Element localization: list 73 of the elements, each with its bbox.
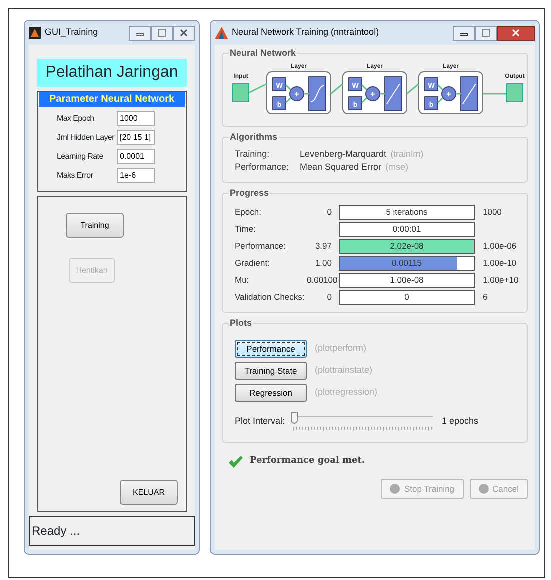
window-title: Neural Network Training (nntraintool)	[232, 26, 380, 40]
plot-function: (plotregression)	[315, 386, 378, 400]
plot-button[interactable]: Regression	[235, 384, 307, 402]
progress-label: Gradient:	[235, 257, 271, 270]
heading-title: Pelatihan Jaringan	[37, 59, 187, 87]
close-button[interactable]	[497, 26, 535, 40]
group-title: Neural Network	[229, 49, 298, 58]
start-value: 3.97	[314, 240, 333, 253]
algorithm-value: Levenberg-Marquardt	[300, 148, 387, 161]
close-button[interactable]	[173, 26, 195, 40]
end-value: 1.00e-06	[482, 240, 517, 253]
start-value: 0.00100	[307, 274, 339, 287]
linear-function-box	[384, 76, 402, 112]
field-label: Learning Rate	[57, 150, 104, 162]
parameter-field[interactable]: 1e-6	[117, 168, 155, 183]
linear-function-box	[460, 76, 478, 112]
exit-button[interactable]: KELUAR	[120, 480, 178, 505]
close-icon	[180, 29, 188, 37]
training-button[interactable]: Training	[66, 213, 124, 238]
end-value: 1000	[482, 206, 502, 219]
sum-node: +	[442, 86, 456, 102]
start-value: 0	[326, 291, 333, 304]
progress-value: 2.02e-08	[389, 240, 425, 253]
end-value: 1.00e+10	[482, 274, 519, 287]
parameter-field[interactable]: [20 15 1]	[117, 130, 155, 145]
progress-label: Epoch:	[235, 206, 262, 219]
checkmark-icon	[228, 455, 244, 469]
sum-node: +	[290, 86, 304, 102]
algorithm-code: (mse)	[386, 161, 409, 174]
minimize-button[interactable]	[129, 26, 151, 40]
output-node	[506, 84, 524, 102]
app-icon	[29, 27, 41, 39]
parameter-field[interactable]: 0.0001	[117, 149, 155, 164]
maximize-icon	[482, 29, 490, 37]
panel-title: Parameter Neural Network	[39, 92, 185, 107]
plot-function: (plotperform)	[315, 342, 367, 356]
slider-reading: 1 epochs	[442, 415, 479, 428]
parameter-field[interactable]: 1000	[117, 111, 155, 126]
status-message: Performance goal met.	[250, 455, 366, 468]
field-label: Maks Error	[57, 170, 94, 182]
status-text: Ready ...	[29, 516, 195, 546]
group-title: Plots	[229, 319, 254, 328]
maximize-icon	[158, 29, 166, 37]
start-value: 1.00	[314, 257, 333, 270]
field-label: Max Epoch	[57, 112, 96, 124]
progress-value: 0.00115	[390, 257, 424, 270]
minimize-button[interactable]	[453, 26, 475, 40]
window-title: GUI_Training	[45, 26, 98, 40]
close-icon	[512, 29, 520, 37]
progress-label: Time:	[235, 223, 257, 236]
slider-label: Plot Interval:	[235, 415, 286, 428]
app-icon	[215, 27, 228, 39]
slider-thumb[interactable]	[291, 412, 298, 424]
sum-node: +	[366, 86, 380, 102]
progress-label: Mu:	[235, 274, 250, 287]
plot-button[interactable]: Training State	[235, 362, 307, 380]
progress-label: Validation Checks:	[235, 291, 306, 304]
maximize-button[interactable]	[151, 26, 173, 40]
field-label: Jml Hidden Layer	[57, 132, 116, 144]
plot-button[interactable]: Performance	[235, 340, 307, 358]
algorithm-label: Training:	[235, 148, 271, 161]
group-title: Progress	[229, 189, 270, 198]
end-value: 1.00e-10	[482, 257, 517, 270]
end-value: 6	[482, 291, 488, 304]
sigmoid-function-box	[308, 76, 326, 112]
progress-label: Performance:	[235, 240, 288, 253]
group-title: Algorithms	[229, 133, 279, 142]
algorithm-code: (trainlm)	[390, 148, 424, 161]
algorithm-label: Performance:	[235, 161, 290, 174]
algorithm-value: Mean Squared Error	[300, 161, 382, 174]
plot-function: (plottrainstate)	[315, 364, 373, 378]
start-value: 0	[326, 206, 333, 219]
input-node	[232, 84, 250, 102]
